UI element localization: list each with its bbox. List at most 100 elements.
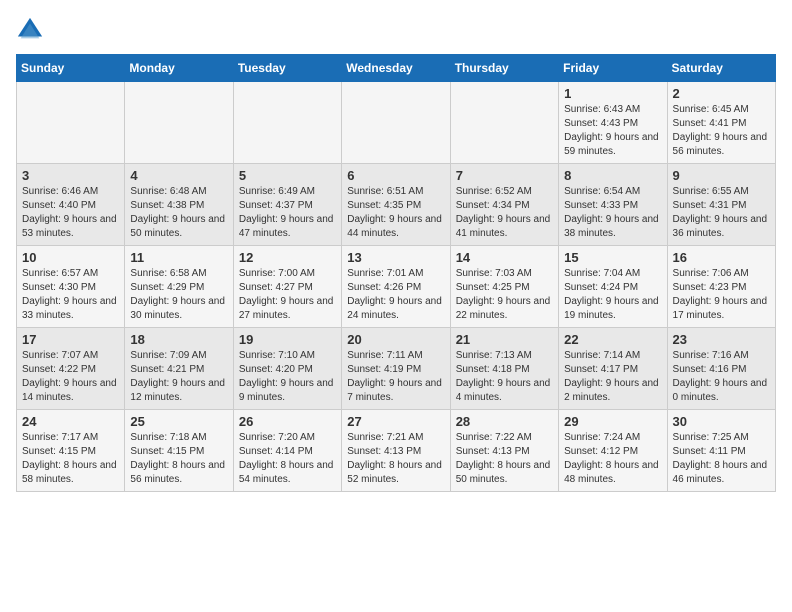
calendar-cell: 29 Sunrise: 7:24 AM Sunset: 4:12 PM Dayli… <box>559 410 667 492</box>
day-info: Sunrise: 7:18 AM Sunset: 4:15 PM Dayligh… <box>130 431 227 487</box>
day-number: 2 <box>673 86 770 101</box>
day-number: 20 <box>347 332 444 347</box>
calendar-week-3: 10 Sunrise: 6:57 AM Sunset: 4:30 PM Dayli… <box>17 246 776 328</box>
day-number: 28 <box>456 414 553 429</box>
day-number: 22 <box>564 332 661 347</box>
calendar-week-2: 3 Sunrise: 6:46 AM Sunset: 4:40 PM Daylig… <box>17 164 776 246</box>
logo-icon <box>16 16 44 44</box>
day-info: Sunrise: 6:49 AM Sunset: 4:37 PM Dayligh… <box>239 185 336 241</box>
day-info: Sunrise: 7:00 AM Sunset: 4:27 PM Dayligh… <box>239 267 336 323</box>
calendar-cell: 19Sunrise: 7:10 AM Sunset: 4:20 PM Dayli… <box>233 328 341 410</box>
calendar-cell: 24 Sunrise: 7:17 AM Sunset: 4:15 PM Dayli… <box>17 410 125 492</box>
day-info: Sunrise: 6:51 AM Sunset: 4:35 PM Dayligh… <box>347 185 444 241</box>
col-header-sunday: Sunday <box>17 55 125 82</box>
calendar-cell: 7 Sunrise: 6:52 AM Sunset: 4:34 PM Daylig… <box>450 164 558 246</box>
day-info: Sunrise: 7:21 AM Sunset: 4:13 PM Dayligh… <box>347 431 444 487</box>
calendar-cell: 27 Sunrise: 7:21 AM Sunset: 4:13 PM Dayli… <box>342 410 450 492</box>
day-number: 3 <box>22 168 119 183</box>
calendar-cell: 4 Sunrise: 6:48 AM Sunset: 4:38 PM Daylig… <box>125 164 233 246</box>
calendar-week-5: 24 Sunrise: 7:17 AM Sunset: 4:15 PM Dayli… <box>17 410 776 492</box>
calendar-cell: 14 Sunrise: 7:03 AM Sunset: 4:25 PM Dayli… <box>450 246 558 328</box>
calendar-week-1: 1Sunrise: 6:43 AM Sunset: 4:43 PM Daylig… <box>17 82 776 164</box>
calendar-cell: 6 Sunrise: 6:51 AM Sunset: 4:35 PM Daylig… <box>342 164 450 246</box>
calendar-header: SundayMondayTuesdayWednesdayThursdayFrid… <box>17 55 776 82</box>
day-info: Sunrise: 7:17 AM Sunset: 4:15 PM Dayligh… <box>22 431 119 487</box>
calendar-cell: 13 Sunrise: 7:01 AM Sunset: 4:26 PM Dayli… <box>342 246 450 328</box>
day-number: 14 <box>456 250 553 265</box>
day-number: 18 <box>130 332 227 347</box>
calendar-cell: 26Sunrise: 7:20 AM Sunset: 4:14 PM Dayli… <box>233 410 341 492</box>
day-info: Sunrise: 7:09 AM Sunset: 4:21 PM Dayligh… <box>130 349 227 405</box>
day-info: Sunrise: 6:55 AM Sunset: 4:31 PM Dayligh… <box>673 185 770 241</box>
calendar-cell: 20 Sunrise: 7:11 AM Sunset: 4:19 PM Dayli… <box>342 328 450 410</box>
col-header-saturday: Saturday <box>667 55 775 82</box>
day-info: Sunrise: 7:14 AM Sunset: 4:17 PM Dayligh… <box>564 349 661 405</box>
calendar-week-4: 17 Sunrise: 7:07 AM Sunset: 4:22 PM Dayli… <box>17 328 776 410</box>
day-info: Sunrise: 7:10 AM Sunset: 4:20 PM Dayligh… <box>239 349 336 405</box>
calendar-cell <box>450 82 558 164</box>
day-number: 10 <box>22 250 119 265</box>
day-info: Sunrise: 7:13 AM Sunset: 4:18 PM Dayligh… <box>456 349 553 405</box>
day-info: Sunrise: 6:52 AM Sunset: 4:34 PM Dayligh… <box>456 185 553 241</box>
calendar-cell: 28 Sunrise: 7:22 AM Sunset: 4:13 PM Dayli… <box>450 410 558 492</box>
day-number: 25 <box>130 414 227 429</box>
day-info: Sunrise: 6:58 AM Sunset: 4:29 PM Dayligh… <box>130 267 227 323</box>
day-info: Sunrise: 7:16 AM Sunset: 4:16 PM Dayligh… <box>673 349 770 405</box>
col-header-monday: Monday <box>125 55 233 82</box>
calendar-cell: 30 Sunrise: 7:25 AM Sunset: 4:11 PM Dayli… <box>667 410 775 492</box>
day-info: Sunrise: 7:22 AM Sunset: 4:13 PM Dayligh… <box>456 431 553 487</box>
day-number: 27 <box>347 414 444 429</box>
day-info: Sunrise: 7:11 AM Sunset: 4:19 PM Dayligh… <box>347 349 444 405</box>
day-number: 1 <box>564 86 661 101</box>
day-number: 11 <box>130 250 227 265</box>
calendar-cell: 17 Sunrise: 7:07 AM Sunset: 4:22 PM Dayli… <box>17 328 125 410</box>
day-info: Sunrise: 7:01 AM Sunset: 4:26 PM Dayligh… <box>347 267 444 323</box>
day-info: Sunrise: 6:46 AM Sunset: 4:40 PM Dayligh… <box>22 185 119 241</box>
day-number: 17 <box>22 332 119 347</box>
logo <box>16 16 48 44</box>
day-number: 4 <box>130 168 227 183</box>
calendar-cell: 25 Sunrise: 7:18 AM Sunset: 4:15 PM Dayli… <box>125 410 233 492</box>
day-number: 24 <box>22 414 119 429</box>
calendar-cell: 11 Sunrise: 6:58 AM Sunset: 4:29 PM Dayli… <box>125 246 233 328</box>
day-info: Sunrise: 7:07 AM Sunset: 4:22 PM Dayligh… <box>22 349 119 405</box>
col-header-tuesday: Tuesday <box>233 55 341 82</box>
day-number: 6 <box>347 168 444 183</box>
day-info: Sunrise: 6:57 AM Sunset: 4:30 PM Dayligh… <box>22 267 119 323</box>
calendar-cell: 9 Sunrise: 6:55 AM Sunset: 4:31 PM Daylig… <box>667 164 775 246</box>
day-number: 8 <box>564 168 661 183</box>
calendar-cell <box>17 82 125 164</box>
day-info: Sunrise: 7:03 AM Sunset: 4:25 PM Dayligh… <box>456 267 553 323</box>
day-number: 30 <box>673 414 770 429</box>
calendar-cell: 5 Sunrise: 6:49 AM Sunset: 4:37 PM Daylig… <box>233 164 341 246</box>
day-number: 5 <box>239 168 336 183</box>
calendar-cell: 1Sunrise: 6:43 AM Sunset: 4:43 PM Daylig… <box>559 82 667 164</box>
calendar-cell: 21 Sunrise: 7:13 AM Sunset: 4:18 PM Dayli… <box>450 328 558 410</box>
day-number: 13 <box>347 250 444 265</box>
col-header-wednesday: Wednesday <box>342 55 450 82</box>
day-info: Sunrise: 7:25 AM Sunset: 4:11 PM Dayligh… <box>673 431 770 487</box>
col-header-thursday: Thursday <box>450 55 558 82</box>
day-number: 23 <box>673 332 770 347</box>
day-info: Sunrise: 6:48 AM Sunset: 4:38 PM Dayligh… <box>130 185 227 241</box>
day-number: 21 <box>456 332 553 347</box>
day-info: Sunrise: 7:20 AM Sunset: 4:14 PM Dayligh… <box>239 431 336 487</box>
calendar-cell <box>233 82 341 164</box>
day-info: Sunrise: 7:06 AM Sunset: 4:23 PM Dayligh… <box>673 267 770 323</box>
day-number: 7 <box>456 168 553 183</box>
calendar-cell: 15Sunrise: 7:04 AM Sunset: 4:24 PM Dayli… <box>559 246 667 328</box>
calendar-cell: 10 Sunrise: 6:57 AM Sunset: 4:30 PM Dayli… <box>17 246 125 328</box>
header <box>16 16 776 44</box>
calendar-cell: 12 Sunrise: 7:00 AM Sunset: 4:27 PM Dayli… <box>233 246 341 328</box>
col-header-friday: Friday <box>559 55 667 82</box>
day-info: Sunrise: 7:24 AM Sunset: 4:12 PM Dayligh… <box>564 431 661 487</box>
day-number: 29 <box>564 414 661 429</box>
day-number: 12 <box>239 250 336 265</box>
day-info: Sunrise: 7:04 AM Sunset: 4:24 PM Dayligh… <box>564 267 661 323</box>
day-info: Sunrise: 6:54 AM Sunset: 4:33 PM Dayligh… <box>564 185 661 241</box>
calendar-table: SundayMondayTuesdayWednesdayThursdayFrid… <box>16 54 776 492</box>
calendar-cell <box>125 82 233 164</box>
calendar-cell: 22 Sunrise: 7:14 AM Sunset: 4:17 PM Dayli… <box>559 328 667 410</box>
day-number: 9 <box>673 168 770 183</box>
day-info: Sunrise: 6:45 AM Sunset: 4:41 PM Dayligh… <box>673 103 770 159</box>
